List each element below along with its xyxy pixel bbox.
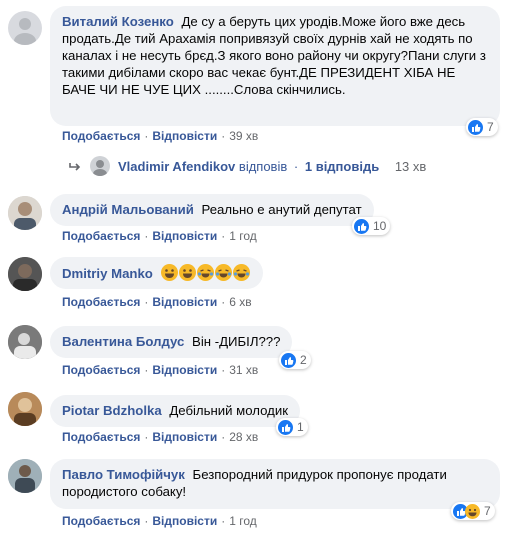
comment-text: Реально е анутий депутат <box>201 202 362 217</box>
separator: · <box>144 295 149 309</box>
comment-actions: Подобається · Відповісти · 1 год <box>62 514 257 528</box>
separator: · <box>144 229 149 243</box>
avatar[interactable] <box>8 257 42 291</box>
comment-author[interactable]: Павло Тимофійчук <box>62 467 185 482</box>
reply-author: Vladimir Afendikov <box>118 159 236 174</box>
reply-link[interactable]: Відповісти <box>152 295 217 309</box>
comment-bubble: Piotar Bdzholka Дебільний молодик <box>50 395 301 427</box>
comment-actions: Подобається · Відповісти · 28 хв <box>62 430 258 444</box>
like-link[interactable]: Подобається <box>62 229 140 243</box>
comment-time[interactable]: 39 хв <box>229 129 258 143</box>
comment-text: Дебільний молодик <box>169 403 289 418</box>
separator: · <box>144 363 149 377</box>
reaction-count: 7 <box>484 504 491 518</box>
comment-bubble: Dmitriy Manko <box>50 257 263 289</box>
comment-text: Він -ДИБІЛ??? <box>192 334 281 349</box>
reaction-count: 7 <box>487 120 494 134</box>
laughing-emoji-icon <box>178 264 196 281</box>
crying-laughing-emoji-icon <box>232 264 250 281</box>
comment-author[interactable]: Валентина Болдус <box>62 334 184 349</box>
like-link[interactable]: Подобається <box>62 430 140 444</box>
comment-time[interactable]: 28 хв <box>229 430 258 444</box>
comment-actions: Подобається · Відповісти · 31 хв <box>62 363 258 377</box>
comment-time[interactable]: 6 хв <box>229 295 251 309</box>
reply-count: 1 відповідь <box>304 159 380 174</box>
reply-link[interactable]: Відповісти <box>152 229 217 243</box>
reaction-summary[interactable]: 2 <box>279 351 311 369</box>
avatar[interactable] <box>8 392 42 426</box>
reaction-summary[interactable]: 10 <box>352 217 391 235</box>
reply-thread-link[interactable]: Vladimir Afendikov відповів · 1 відповід… <box>68 156 488 178</box>
reaction-summary[interactable]: 7 <box>466 118 498 136</box>
comment-time[interactable]: 1 год <box>229 229 257 243</box>
comment-author[interactable]: Dmitriy Manko <box>62 266 153 281</box>
like-link[interactable]: Подобається <box>62 514 140 528</box>
comment-author[interactable]: Виталий Козенко <box>62 14 174 29</box>
avatar[interactable] <box>8 325 42 359</box>
separator: · <box>144 129 149 143</box>
haha-icon <box>465 503 480 519</box>
separator: · <box>221 514 226 528</box>
separator: · <box>144 430 149 444</box>
avatar[interactable] <box>8 196 42 230</box>
like-icon <box>281 352 296 368</box>
like-icon <box>354 218 369 234</box>
separator: · <box>221 363 226 377</box>
separator: · <box>221 295 226 309</box>
comment-bubble: Андрій Мальований Реально е анутий депут… <box>50 194 374 226</box>
reaction-count: 10 <box>373 219 387 233</box>
reply-link[interactable]: Відповісти <box>152 363 217 377</box>
comment-bubble: Виталий Козенко Де су а беруть цих уроді… <box>50 6 500 126</box>
comment-author[interactable]: Piotar Bdzholka <box>62 403 162 418</box>
emoji-row <box>160 264 251 281</box>
comment-actions: Подобається · Відповісти · 1 год <box>62 229 257 243</box>
like-link[interactable]: Подобається <box>62 295 140 309</box>
separator: · <box>221 430 226 444</box>
reply-link[interactable]: Відповісти <box>152 514 217 528</box>
person-photo-icon <box>8 392 42 426</box>
avatar[interactable] <box>8 459 42 493</box>
like-link[interactable]: Подобається <box>62 129 140 143</box>
comment-time[interactable]: 1 год <box>229 514 257 528</box>
reply-link[interactable]: Відповісти <box>152 129 217 143</box>
reply-link[interactable]: Відповісти <box>152 430 217 444</box>
like-icon <box>468 119 483 135</box>
person-photo-icon <box>8 325 42 359</box>
crying-laughing-emoji-icon <box>214 264 232 281</box>
separator: · <box>221 129 226 143</box>
comment-actions: Подобається · Відповісти · 39 хв <box>62 129 258 143</box>
reply-action: відповів <box>238 159 288 174</box>
person-photo-icon <box>8 459 42 493</box>
avatar[interactable] <box>8 11 42 45</box>
reaction-summary[interactable]: 1 <box>276 418 308 436</box>
comment-author[interactable]: Андрій Мальований <box>62 202 194 217</box>
reaction-count: 2 <box>300 353 307 367</box>
person-icon <box>93 160 107 176</box>
default-avatar-icon <box>14 18 36 45</box>
comment-bubble: Валентина Болдус Він -ДИБІЛ??? <box>50 326 293 358</box>
like-link[interactable]: Подобається <box>62 363 140 377</box>
person-photo-icon <box>8 257 42 291</box>
separator: · <box>293 159 299 174</box>
comment-actions: Подобається · Відповісти · 6 хв <box>62 295 252 309</box>
crying-laughing-emoji-icon <box>196 264 214 281</box>
separator: · <box>221 229 226 243</box>
reply-arrow-icon <box>69 163 81 171</box>
person-photo-icon <box>8 196 42 230</box>
comment-time[interactable]: 31 хв <box>229 363 258 377</box>
reply-time: 13 хв <box>394 159 427 174</box>
comment-bubble: Павло Тимофійчук Безпородний придурок пр… <box>50 459 500 509</box>
reaction-count: 1 <box>297 420 304 434</box>
reaction-summary[interactable]: 7 <box>451 502 495 520</box>
like-icon <box>278 419 293 435</box>
reply-avatar <box>90 156 110 176</box>
laughing-emoji-icon <box>160 264 178 281</box>
separator: · <box>144 514 149 528</box>
